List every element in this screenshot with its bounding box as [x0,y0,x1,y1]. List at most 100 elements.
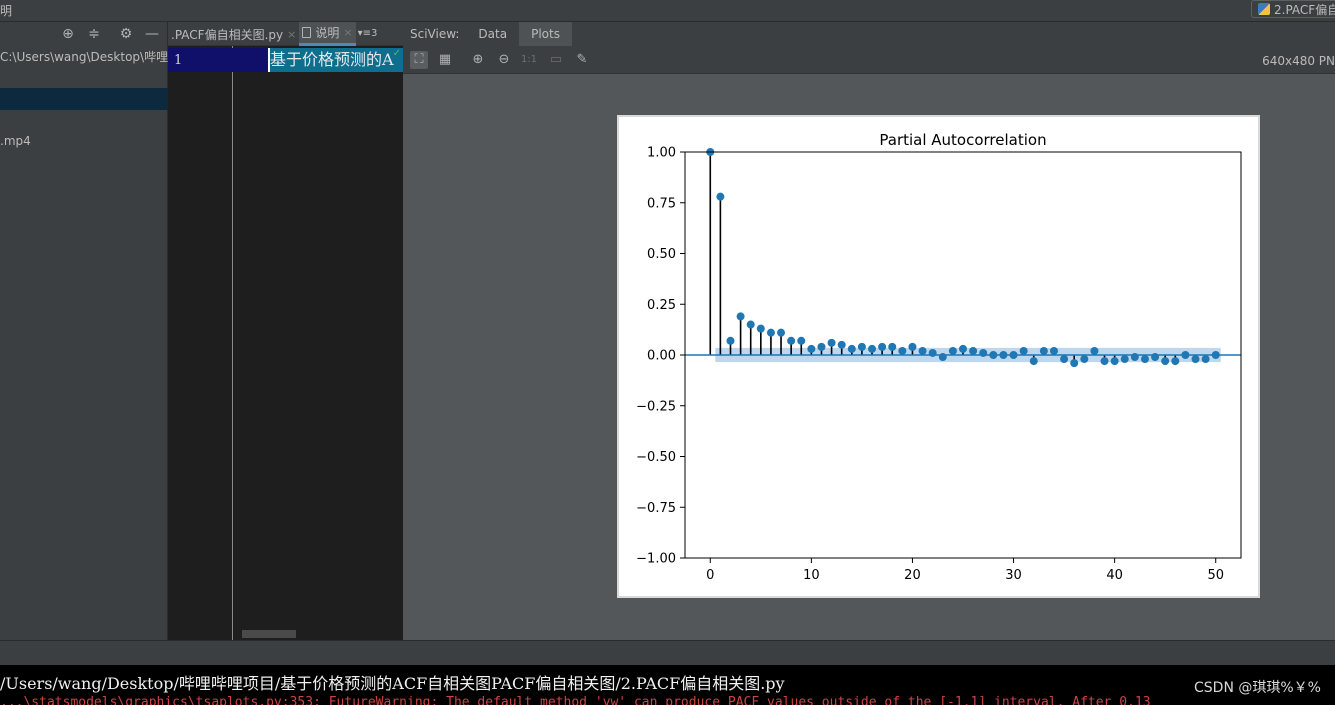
editor-tab-bar: .PACF偏自相关图.py × 说明 × ▾≡3 [168,22,403,46]
data-point [918,346,927,355]
python-file-icon [1258,3,1270,15]
tab-overflow-menu[interactable]: ▾≡3 [356,22,378,45]
x-tick-label: 30 [1005,568,1022,583]
line-number-highlight [168,48,267,72]
data-point [1171,357,1180,366]
x-tick-label: 50 [1207,568,1224,583]
tree-item-project-path[interactable]: C:\Users\wang\Desktop\哔哩哔 [0,46,168,68]
project-toolbar: ⊕ ≑ ⚙ — [0,22,167,46]
horizontal-scrollbar[interactable] [242,630,296,638]
data-point [1029,357,1038,366]
data-point [1140,355,1149,364]
fit-to-window-icon[interactable]: ⛶ [410,51,428,69]
run-console[interactable]: /Users/wang/Desktop/哔哩哔哩项目/基于价格预测的ACF自相关… [0,665,1335,705]
tab-label: .PACF偏自相关图.py [171,27,284,42]
collapse-icon[interactable]: ≑ [86,26,102,42]
zoom-in-icon[interactable]: ⊕ [469,51,487,69]
tab-data[interactable]: Data [466,22,519,46]
data-point [1191,355,1200,364]
data-point [1009,351,1018,359]
code-editor[interactable]: 1 基于价格预测的A ✓ [168,46,403,640]
data-point [1130,353,1139,362]
data-point [908,342,917,351]
y-tick-label: 0.50 [647,247,676,262]
data-point [1181,351,1190,359]
pacf-chart: Partial Autocorrelation 1.00 0.75 0.50 0.25… [636,131,1242,583]
close-icon[interactable]: × [343,26,352,39]
x-tick-label: 20 [904,568,921,583]
plot-viewer: Partial Autocorrelation 1.00 0.75 0.50 0.25… [403,74,1335,640]
sciview-tab-bar: SciView: Data Plots [403,22,1335,46]
project-panel: ⊕ ≑ ⚙ — C:\Users\wang\Desktop\哔哩哔 .mp4 [0,22,168,640]
data-point [959,344,967,353]
plot-image[interactable]: Partial Autocorrelation 1.00 0.75 0.50 0.25… [617,115,1260,598]
data-point [1120,355,1129,364]
data-point [1019,346,1028,355]
data-point [1049,346,1058,355]
data-point [1060,355,1069,364]
tab-readme[interactable]: 说明 × [299,22,356,46]
x-tick-label: 40 [1106,568,1123,583]
data-point [766,328,775,337]
editor-line[interactable]: 1 基于价格预测的A ✓ [168,46,403,74]
line-text[interactable]: 基于价格预测的A [268,48,403,72]
data-point [817,342,826,351]
actual-size-button[interactable]: 1:1 [520,51,538,69]
tree-item-video-file[interactable]: .mp4 [0,130,168,152]
x-tick-label: 10 [803,568,820,583]
data-point [979,348,988,357]
color-picker-icon[interactable]: ✎ [573,51,591,69]
sciview-label: SciView: [410,27,460,41]
x-tick-label: 0 [706,568,714,583]
grid-icon[interactable]: ▦ [436,51,454,69]
gear-icon[interactable]: ⚙ [118,26,134,42]
window-title: 明 [0,4,13,18]
y-tick-label: 0.25 [647,298,676,313]
data-point [827,338,836,347]
tab-pacf-script[interactable]: .PACF偏自相关图.py × [168,22,299,46]
csdn-watermark: CSDN @琪琪%￥% [1194,680,1321,696]
y-tick-label: −1.00 [636,552,676,567]
run-configuration-label: 2.PACF偏自 [1274,2,1335,17]
fit-zoom-icon[interactable]: ▭ [547,51,565,69]
data-point [1110,357,1119,366]
data-point [868,344,877,353]
locate-icon[interactable]: ⊕ [60,26,76,42]
data-point [1151,353,1160,362]
y-tick-label: −0.50 [636,450,676,465]
y-tick-label: −0.25 [636,399,676,414]
zoom-out-icon[interactable]: ⊖ [495,51,513,69]
y-tick-label: 0.00 [647,349,676,364]
close-icon[interactable]: × [287,28,296,41]
tree-item-selected[interactable] [0,88,168,110]
line-number: 1 [174,53,183,68]
y-tick-label: 0.75 [647,196,676,211]
data-point [756,324,765,333]
console-command-line: /Users/wang/Desktop/哔哩哔哩项目/基于价格预测的ACF自相关… [0,674,785,693]
tab-plots[interactable]: Plots [519,22,572,46]
data-point [716,192,725,201]
document-icon [302,27,312,38]
data-point [1070,359,1079,368]
gutter-divider [232,46,233,640]
data-point [736,312,745,321]
data-point [797,336,806,345]
title-bar: 明 2.PACF偏自 [0,0,1335,22]
console-warning-line: ...\statsmodels\graphics\tsaplots.py:353… [0,695,1151,705]
data-point [1100,357,1109,366]
data-point [1039,346,1048,355]
y-tick-label: 1.00 [647,146,676,161]
y-tick-label: −0.75 [636,501,676,516]
minimize-icon[interactable]: — [144,26,160,42]
tool-window-strip [0,640,1335,665]
data-point [948,346,957,355]
data-point [999,351,1008,359]
data-point [928,348,937,357]
inspection-ok-icon: ✓ [392,48,401,59]
data-point [1201,355,1210,364]
data-point [777,328,786,337]
run-configuration-selector[interactable]: 2.PACF偏自 [1251,0,1335,18]
data-point [989,351,998,359]
data-point [857,342,866,351]
data-point [1090,346,1099,355]
